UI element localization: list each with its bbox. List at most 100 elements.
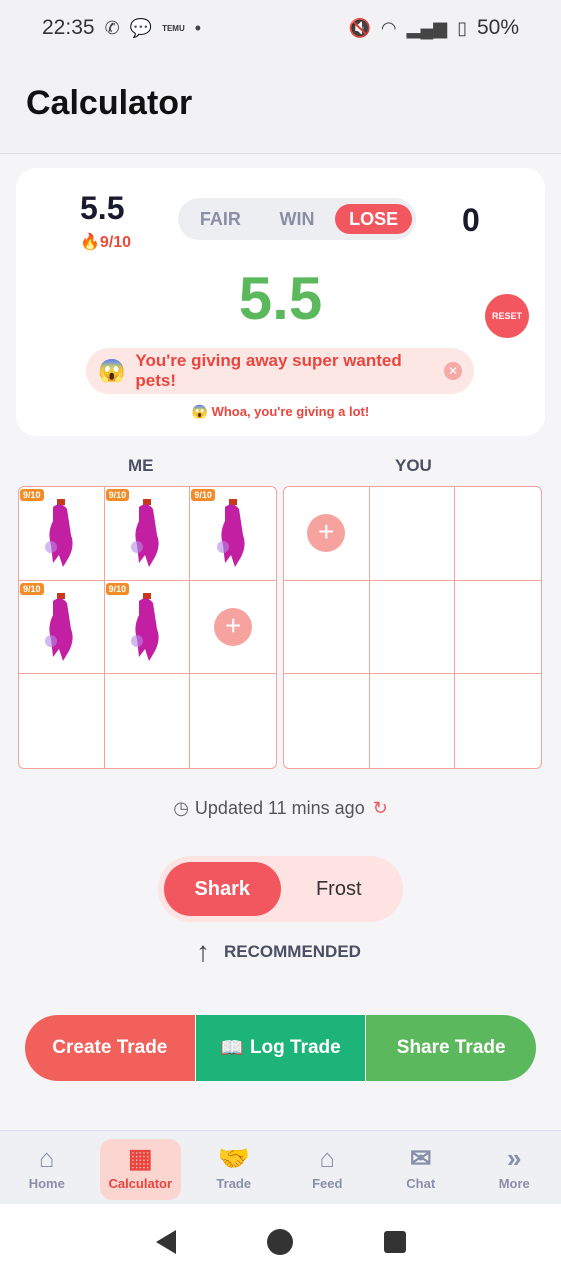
me-empty-slot[interactable] xyxy=(19,674,105,768)
toggle-win[interactable]: WIN xyxy=(259,204,336,234)
me-empty-slot[interactable] xyxy=(190,674,276,768)
demand-badge: 9/10 xyxy=(20,489,44,501)
battery-percent: 50% xyxy=(476,16,519,39)
you-pet-grid: + xyxy=(283,486,542,769)
sub-warning-text: 😱 Whoa, you're giving a lot! xyxy=(191,404,370,419)
temu-icon: TEMU xyxy=(162,23,185,33)
share-trade-button[interactable]: Share Trade xyxy=(366,1015,536,1081)
status-bar: 22:35 ✆ 💬 TEMU • 🔇 ◠ ▂▄▆ ▯ 50% xyxy=(0,0,561,56)
me-slot[interactable]: 9/10 xyxy=(104,487,191,581)
notification-dot: • xyxy=(194,17,202,38)
reset-button[interactable]: RESET xyxy=(485,294,529,338)
bottom-navigation: ⌂ Home ▦ Calculator 🤝 Trade ⌂ Feed ✉ Cha… xyxy=(0,1130,561,1204)
warning-text: You're giving away super wanted pets! xyxy=(135,351,402,390)
message-icon: 💬 xyxy=(129,17,153,38)
me-total-value: 5.5 xyxy=(80,190,125,226)
recents-icon[interactable] xyxy=(383,1231,406,1253)
nav-feed[interactable]: ⌂ Feed xyxy=(281,1131,375,1204)
recommended-label: RECOMMENDED xyxy=(224,942,361,961)
me-add-slot[interactable]: + xyxy=(190,581,276,675)
status-time: 22:35 xyxy=(42,16,95,39)
nav-home-label: Home xyxy=(28,1176,65,1191)
system-navigation xyxy=(0,1204,561,1280)
toggle-lose[interactable]: LOSE xyxy=(335,204,413,234)
me-slot[interactable]: 9/10 xyxy=(104,580,191,675)
back-icon[interactable] xyxy=(155,1230,176,1254)
you-empty-slot[interactable] xyxy=(455,674,541,768)
clock-icon: ◷ xyxy=(173,798,189,818)
app-bar: Calculator xyxy=(0,56,561,154)
demand-badge: 9/10 xyxy=(20,582,44,595)
fairness-toggle: FAIR WIN LOSE xyxy=(178,198,416,240)
you-empty-slot[interactable] xyxy=(369,487,456,581)
log-trade-label: Log Trade xyxy=(249,1037,341,1058)
updated-text: Updated 11 mins ago xyxy=(194,798,365,818)
close-icon[interactable]: ✕ xyxy=(444,362,462,380)
pet-icon xyxy=(217,499,245,568)
whatsapp-icon: ✆ xyxy=(104,17,120,38)
result-value: 5.5 xyxy=(238,265,323,332)
me-slot[interactable]: 9/10 xyxy=(19,580,105,675)
signal-icon: ▂▄▆ xyxy=(406,17,448,38)
add-pet-button[interactable]: + xyxy=(214,607,253,646)
nav-more[interactable]: » More xyxy=(468,1131,561,1204)
recommended-hint: ↑ RECOMMENDED xyxy=(196,936,361,968)
updated-status: ◷ Updated 11 mins ago ↻ xyxy=(0,798,561,819)
you-empty-slot[interactable] xyxy=(284,674,370,768)
nav-calculator-label: Calculator xyxy=(108,1176,173,1191)
wifi-icon: ◠ xyxy=(380,17,397,38)
double-chevron-icon: » xyxy=(507,1143,522,1173)
share-trade-label: Share Trade xyxy=(396,1037,506,1058)
page-title: Calculator xyxy=(26,84,193,122)
me-pet-grid: 9/10 9/10 9/10 9/10 9/10 + xyxy=(18,486,277,769)
create-trade-button[interactable]: Create Trade xyxy=(25,1015,196,1081)
add-pet-button[interactable]: + xyxy=(307,514,346,553)
mail-icon: ✉ xyxy=(409,1143,432,1173)
book-icon: 📖 xyxy=(220,1038,244,1059)
arrow-up-icon: ↑ xyxy=(196,936,210,967)
handshake-icon: 🤝 xyxy=(217,1143,250,1173)
me-demand-rating: 🔥9/10 xyxy=(80,234,132,251)
mode-shark[interactable]: Shark xyxy=(164,862,281,916)
nav-home[interactable]: ⌂ Home xyxy=(0,1131,94,1204)
nav-chat[interactable]: ✉ Chat xyxy=(374,1131,468,1204)
refresh-icon[interactable]: ↻ xyxy=(373,798,388,818)
you-empty-slot[interactable] xyxy=(369,580,456,675)
reset-label: RESET xyxy=(491,311,522,321)
nav-more-label: More xyxy=(498,1176,530,1191)
pet-icon xyxy=(45,499,73,568)
you-label: YOU xyxy=(395,456,432,475)
you-empty-slot[interactable] xyxy=(455,487,541,581)
nav-feed-label: Feed xyxy=(312,1176,343,1191)
shocked-face-icon: 😱 xyxy=(98,358,126,383)
calculator-icon: ▦ xyxy=(127,1143,153,1173)
value-mode-toggle: Shark Frost xyxy=(158,856,403,922)
demand-badge: 9/10 xyxy=(191,489,215,501)
me-empty-slot[interactable] xyxy=(105,674,191,768)
you-add-slot[interactable]: + xyxy=(284,487,370,581)
you-empty-slot[interactable] xyxy=(455,581,541,675)
you-empty-slot[interactable] xyxy=(370,674,456,768)
trade-summary-card: 5.5 🔥9/10 FAIR WIN LOSE 0 5.5 RESET 😱 Yo… xyxy=(16,168,545,436)
trade-actions: Create Trade 📖 Log Trade Share Trade xyxy=(25,1015,536,1081)
log-trade-button[interactable]: 📖 Log Trade xyxy=(195,1015,367,1081)
create-trade-label: Create Trade xyxy=(52,1037,168,1058)
pet-icon xyxy=(130,499,159,568)
me-slot[interactable]: 9/10 xyxy=(190,487,276,581)
toggle-fair[interactable]: FAIR xyxy=(182,204,259,234)
demand-badge: 9/10 xyxy=(105,582,130,595)
nav-chat-label: Chat xyxy=(406,1176,436,1191)
nav-calculator[interactable]: ▦ Calculator xyxy=(94,1131,188,1204)
you-total-value: 0 xyxy=(462,202,480,238)
home-button-icon[interactable] xyxy=(266,1229,293,1255)
feed-icon: ⌂ xyxy=(319,1143,336,1173)
mute-icon: 🔇 xyxy=(348,17,371,38)
home-icon: ⌂ xyxy=(38,1143,55,1173)
me-slot[interactable]: 9/10 xyxy=(19,487,105,581)
mode-frost[interactable]: Frost xyxy=(281,862,398,916)
pet-icon xyxy=(45,592,73,661)
you-empty-slot[interactable] xyxy=(284,580,370,675)
nav-trade[interactable]: 🤝 Trade xyxy=(187,1131,281,1204)
nav-trade-label: Trade xyxy=(216,1176,252,1191)
warning-banner: 😱 You're giving away super wanted pets! … xyxy=(86,348,474,394)
